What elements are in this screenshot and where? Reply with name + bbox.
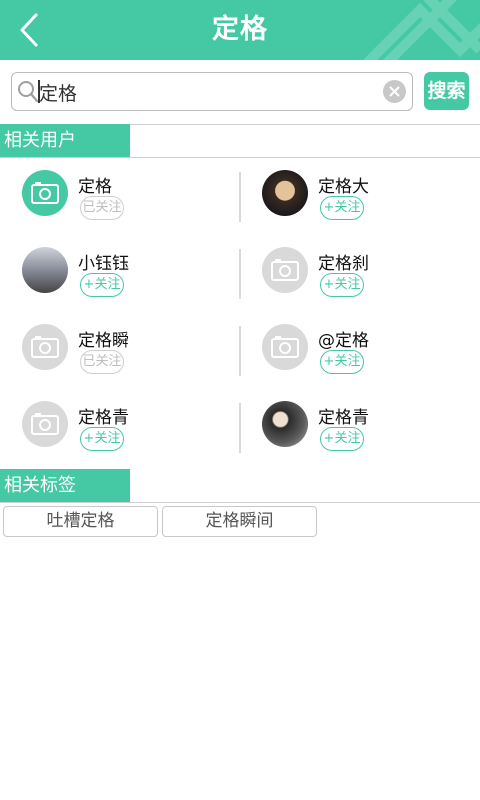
avatar[interactable] (262, 324, 308, 370)
user-item[interactable]: 定格大 +关注 (240, 158, 480, 235)
app-header: 定格 (0, 0, 480, 60)
related-users-header: 相关用户 (0, 124, 480, 158)
camera-icon (31, 182, 59, 204)
user-item[interactable]: 小钰钰 +关注 (0, 235, 240, 312)
user-name[interactable]: 定格大 (318, 172, 369, 197)
user-name[interactable]: @定格 (318, 326, 369, 351)
tag-button[interactable]: 吐槽定格 (3, 506, 158, 537)
search-box[interactable] (11, 72, 413, 111)
follow-button[interactable]: +关注 (80, 273, 124, 297)
camera-icon (31, 413, 59, 435)
user-item[interactable]: 定格 已关注 (0, 158, 240, 235)
follow-button[interactable]: +关注 (320, 350, 364, 374)
user-list: 定格 已关注 定格大 +关注 小钰钰 +关注 定格刹 +关注 定格瞬 已关注 @… (0, 158, 480, 469)
search-bar: 搜索 (0, 60, 480, 125)
user-name[interactable]: 定格刹 (318, 249, 369, 274)
follow-button[interactable]: +关注 (320, 427, 364, 451)
user-item[interactable]: @定格 +关注 (240, 312, 480, 389)
camera-icon (31, 336, 59, 358)
related-tags-header: 相关标签 (0, 469, 480, 503)
user-item[interactable]: 定格瞬 已关注 (0, 312, 240, 389)
avatar[interactable] (262, 170, 308, 216)
user-item[interactable]: 定格青 +关注 (240, 389, 480, 466)
avatar[interactable] (22, 401, 68, 447)
avatar[interactable] (22, 247, 68, 293)
avatar[interactable] (262, 401, 308, 447)
follow-button[interactable]: +关注 (320, 273, 364, 297)
follow-button[interactable]: 已关注 (80, 350, 124, 374)
user-name[interactable]: 定格 (78, 172, 112, 197)
follow-button[interactable]: +关注 (80, 427, 124, 451)
user-name[interactable]: 小钰钰 (78, 249, 129, 274)
column-divider (239, 172, 241, 222)
close-icon (389, 86, 400, 97)
user-name[interactable]: 定格瞬 (78, 326, 129, 351)
column-divider (239, 326, 241, 376)
clear-search-button[interactable] (383, 80, 406, 103)
user-item[interactable]: 定格刹 +关注 (240, 235, 480, 312)
avatar[interactable] (22, 170, 68, 216)
column-divider (239, 403, 241, 453)
camera-icon (271, 259, 299, 281)
avatar[interactable] (22, 324, 68, 370)
search-input[interactable] (39, 77, 379, 107)
search-icon (17, 80, 39, 108)
user-name[interactable]: 定格青 (318, 403, 369, 428)
avatar[interactable] (262, 247, 308, 293)
tag-button[interactable]: 定格瞬间 (162, 506, 317, 537)
related-tags-title: 相关标签 (0, 469, 130, 502)
camera-icon (271, 336, 299, 358)
tag-list: 吐槽定格 定格瞬间 (0, 504, 480, 540)
related-users-title: 相关用户 (0, 124, 130, 157)
page-title: 定格 (212, 14, 268, 45)
user-item[interactable]: 定格青 +关注 (0, 389, 240, 466)
search-button[interactable]: 搜索 (424, 72, 469, 110)
follow-button[interactable]: +关注 (320, 196, 364, 220)
user-name[interactable]: 定格青 (78, 403, 129, 428)
column-divider (239, 249, 241, 299)
follow-button[interactable]: 已关注 (80, 196, 124, 220)
